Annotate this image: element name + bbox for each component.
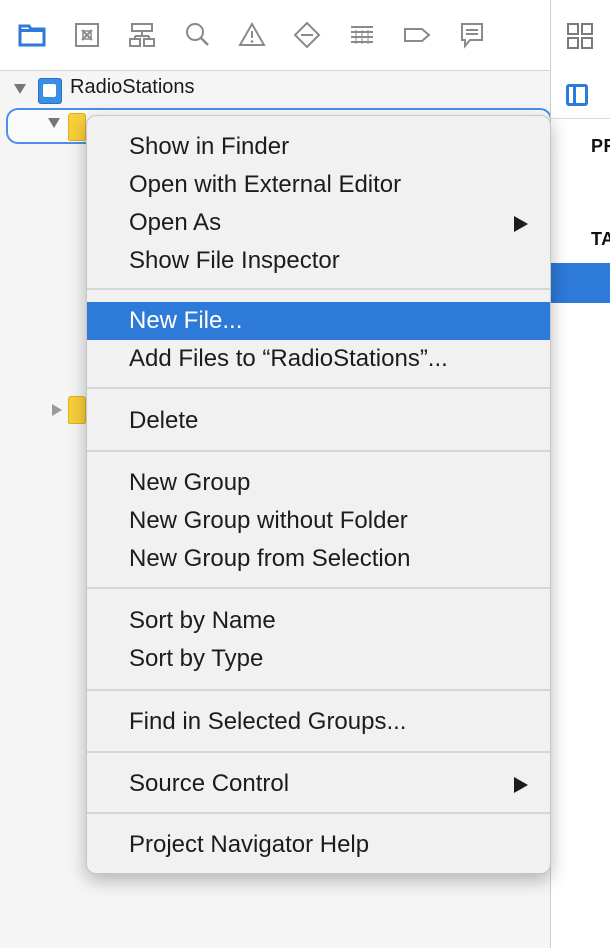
- warning-icon[interactable]: [237, 20, 267, 50]
- project-name-label[interactable]: RadioStations: [70, 76, 195, 99]
- menu-item-open-as[interactable]: Open As: [87, 204, 550, 242]
- menu-separator: [87, 812, 550, 814]
- menu-item-new-group-from-selection[interactable]: New Group from Selection: [87, 540, 550, 578]
- sidebar-panel-icon[interactable]: [566, 84, 588, 106]
- group-folder-icon: [68, 396, 86, 424]
- menu-item-find-in-selected-groups[interactable]: Find in Selected Groups...: [87, 703, 550, 741]
- menu-separator: [87, 587, 550, 589]
- menu-item-show-in-finder[interactable]: Show in Finder: [87, 128, 550, 166]
- menu-item-new-group-without-folder[interactable]: New Group without Folder: [87, 502, 550, 540]
- editor-heading-ta: TA: [591, 229, 610, 249]
- menu-item-new-group[interactable]: New Group: [87, 464, 550, 502]
- symbol-hierarchy-icon[interactable]: [127, 20, 157, 50]
- submenu-arrow-icon: [514, 777, 528, 793]
- debug-list-icon[interactable]: [347, 20, 377, 50]
- menu-separator: [87, 751, 550, 753]
- editor-divider: [551, 118, 610, 119]
- menu-separator: [87, 450, 550, 452]
- menu-item-open-with-external-editor[interactable]: Open with External Editor: [87, 166, 550, 204]
- menu-item-new-file[interactable]: New File...: [87, 302, 550, 340]
- menu-item-sort-by-name[interactable]: Sort by Name: [87, 602, 550, 640]
- menu-item-add-files[interactable]: Add Files to “RadioStations”...: [87, 340, 550, 378]
- editor-heading-pr: PR: [591, 136, 610, 156]
- disclosure-triangle-open-icon[interactable]: [14, 84, 26, 94]
- disclosure-triangle-open-icon[interactable]: [48, 118, 60, 128]
- menu-item-project-navigator-help[interactable]: Project Navigator Help: [87, 826, 550, 864]
- grid-icon[interactable]: [566, 22, 594, 50]
- menu-separator: [87, 387, 550, 389]
- breakpoint-tag-icon[interactable]: [402, 20, 432, 50]
- navigator-toolbar: [0, 0, 550, 71]
- disclosure-triangle-closed-icon[interactable]: [52, 404, 62, 416]
- source-control-icon[interactable]: [72, 20, 102, 50]
- menu-item-delete[interactable]: Delete: [87, 402, 550, 440]
- report-comment-icon[interactable]: [457, 20, 487, 50]
- test-diamond-icon[interactable]: [292, 20, 322, 50]
- editor-selected-row[interactable]: [551, 263, 610, 303]
- menu-item-show-file-inspector[interactable]: Show File Inspector: [87, 242, 550, 280]
- submenu-arrow-icon: [514, 216, 528, 232]
- menu-item-label: Source Control: [129, 770, 290, 797]
- menu-item-label: Open As: [129, 209, 222, 236]
- navigator-filter-bar: [0, 888, 550, 948]
- menu-separator: [87, 689, 550, 691]
- project-navigator-folder-icon[interactable]: [17, 20, 47, 50]
- context-menu: Show in Finder Open with External Editor…: [86, 115, 551, 874]
- menu-separator: [87, 288, 550, 290]
- menu-item-source-control[interactable]: Source Control: [87, 765, 550, 803]
- search-icon[interactable]: [182, 20, 212, 50]
- menu-item-sort-by-type[interactable]: Sort by Type: [87, 640, 550, 678]
- group-folder-icon: [68, 113, 86, 141]
- project-file-icon: [38, 78, 62, 104]
